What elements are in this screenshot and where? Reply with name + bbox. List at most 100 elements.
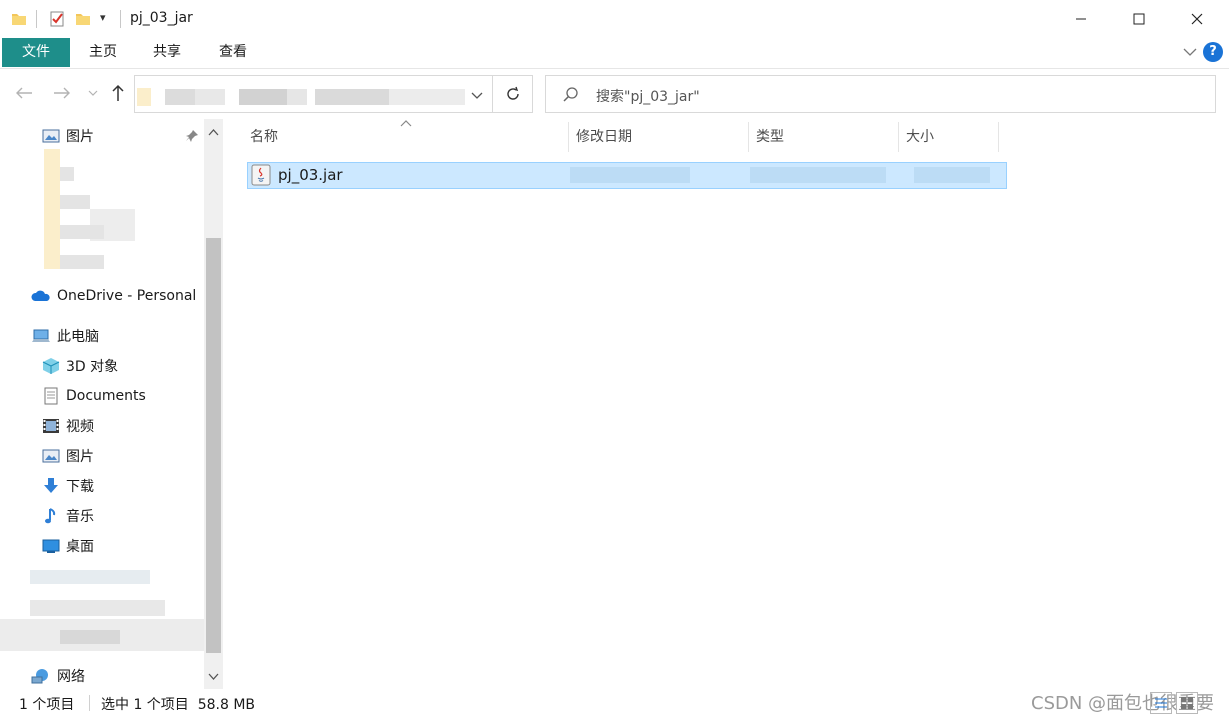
sidebar-item-onedrive[interactable]: OneDrive - Personal (31, 282, 196, 310)
blurred-quick-access (60, 225, 104, 239)
address-folder-blur (137, 88, 151, 106)
address-dropdown-icon[interactable] (470, 88, 484, 102)
refresh-icon (506, 86, 519, 100)
minimize-icon (1076, 18, 1086, 20)
forward-button[interactable] (52, 83, 72, 103)
column-divider[interactable] (998, 122, 999, 152)
details-view-button[interactable] (1150, 692, 1172, 714)
column-divider[interactable] (748, 122, 749, 152)
blurred-size-cell (914, 167, 990, 183)
search-placeholder: 搜索"pj_03_jar" (596, 89, 700, 105)
column-header-size[interactable]: 大小 (900, 119, 998, 155)
column-divider[interactable] (898, 122, 899, 152)
sidebar-item-label: 桌面 (66, 539, 94, 555)
large-icons-view-button[interactable] (1176, 692, 1198, 714)
sidebar-item-downloads[interactable]: 下载 (42, 472, 94, 500)
sidebar-item-label: Documents (66, 388, 146, 404)
column-divider[interactable] (568, 122, 569, 152)
new-folder-icon[interactable] (74, 10, 92, 28)
maximize-button[interactable] (1110, 0, 1168, 38)
sidebar-item-videos[interactable]: 视频 (42, 412, 94, 440)
status-separator (89, 695, 90, 711)
qat-customize-dropdown[interactable]: ▾ (100, 11, 106, 24)
sidebar-item-desktop[interactable]: 桌面 (42, 532, 94, 560)
sidebar-item-this-pc[interactable]: 此电脑 (31, 322, 99, 350)
sidebar-item-label: 3D 对象 (66, 359, 119, 375)
sidebar-item-label: OneDrive - Personal (57, 288, 197, 304)
ribbon-tabs: 文件 主页 共享 查看 ? (0, 38, 1229, 69)
sidebar-item-label: 视频 (66, 419, 94, 435)
blurred-quick-access (44, 149, 60, 269)
up-button[interactable] (108, 83, 128, 103)
back-arrow-icon (16, 87, 32, 99)
blurred-drive-entry (30, 600, 165, 616)
sidebar-item-label: 网络 (57, 669, 85, 685)
navigation-bar: 搜索"pj_03_jar" (0, 69, 1229, 119)
chevron-down-icon (88, 90, 98, 96)
tab-share[interactable]: 共享 (144, 38, 190, 67)
music-icon (45, 508, 56, 524)
download-icon (44, 478, 58, 493)
selection-info: 选中 1 个项目 58.8 MB (101, 697, 256, 713)
documents-icon (44, 387, 58, 405)
address-segment-blur (165, 89, 195, 105)
folder-icon[interactable] (10, 10, 28, 28)
details-view-icon (1155, 698, 1167, 708)
address-segment-blur (315, 89, 389, 105)
navigation-pane: 图片 OneDrive - Personal 此电脑 3D 对象 Documen… (0, 119, 224, 689)
sidebar-item-network[interactable]: 网络 (31, 662, 85, 690)
sidebar-scrollbar[interactable] (204, 119, 223, 689)
scroll-thumb[interactable] (206, 238, 221, 653)
address-segment-blur (389, 89, 465, 105)
sidebar-item-documents[interactable]: Documents (42, 382, 146, 410)
column-header-type[interactable]: 类型 (750, 119, 898, 155)
pin-icon[interactable] (185, 129, 199, 143)
pictures-icon (42, 129, 60, 143)
address-bar[interactable] (134, 75, 493, 113)
forward-arrow-icon (54, 87, 70, 99)
title-bar: ▾ pj_03_jar (0, 0, 1229, 38)
blurred-drive-entry (30, 570, 150, 584)
tab-home[interactable]: 主页 (80, 38, 126, 67)
help-button[interactable]: ? (1203, 42, 1223, 62)
scroll-up-icon[interactable] (208, 127, 219, 138)
close-button[interactable] (1168, 0, 1226, 38)
back-button[interactable] (14, 83, 34, 103)
file-name[interactable]: pj_03.jar (278, 166, 343, 184)
up-arrow-icon (112, 84, 124, 101)
blurred-quick-access (60, 167, 74, 181)
refresh-button[interactable] (493, 75, 533, 113)
search-icon (563, 87, 578, 102)
sidebar-item-label: 下载 (66, 479, 94, 495)
qat-separator (36, 10, 37, 28)
sidebar-item-music[interactable]: 音乐 (42, 502, 94, 530)
java-jar-icon (251, 164, 271, 186)
blurred-type-cell (750, 167, 886, 183)
sidebar-item-pictures-quick[interactable]: 图片 (42, 122, 94, 150)
minimize-button[interactable] (1052, 0, 1110, 38)
window-title: pj_03_jar (130, 10, 193, 26)
column-header-name[interactable]: 名称 (244, 119, 568, 155)
sidebar-item-label: 音乐 (66, 509, 94, 525)
blurred-quick-access (60, 195, 90, 209)
address-segment-blur (239, 89, 287, 105)
status-bar: 1 个项目 选中 1 个项目 58.8 MB CSDN @面包也很重要 (0, 689, 1229, 718)
pictures-icon (42, 449, 60, 463)
search-box[interactable]: 搜索"pj_03_jar" (545, 75, 1216, 113)
sidebar-item-label: 此电脑 (57, 329, 99, 345)
address-segment-blur (195, 89, 225, 105)
expand-ribbon-icon[interactable] (1182, 44, 1198, 60)
videos-icon (43, 419, 59, 433)
tab-view[interactable]: 查看 (210, 38, 256, 67)
recent-locations-button[interactable] (86, 83, 100, 103)
maximize-icon (1133, 13, 1145, 25)
tab-file[interactable]: 文件 (2, 38, 70, 67)
sidebar-item-3d-objects[interactable]: 3D 对象 (42, 352, 118, 380)
this-pc-icon (32, 329, 50, 342)
scroll-down-icon[interactable] (208, 671, 219, 682)
sidebar-item-pictures[interactable]: 图片 (42, 442, 94, 470)
column-header-date-modified[interactable]: 修改日期 (570, 119, 748, 155)
large-icons-view-icon (1181, 697, 1193, 709)
blurred-drive-entry (60, 630, 120, 644)
properties-icon[interactable] (48, 10, 66, 28)
